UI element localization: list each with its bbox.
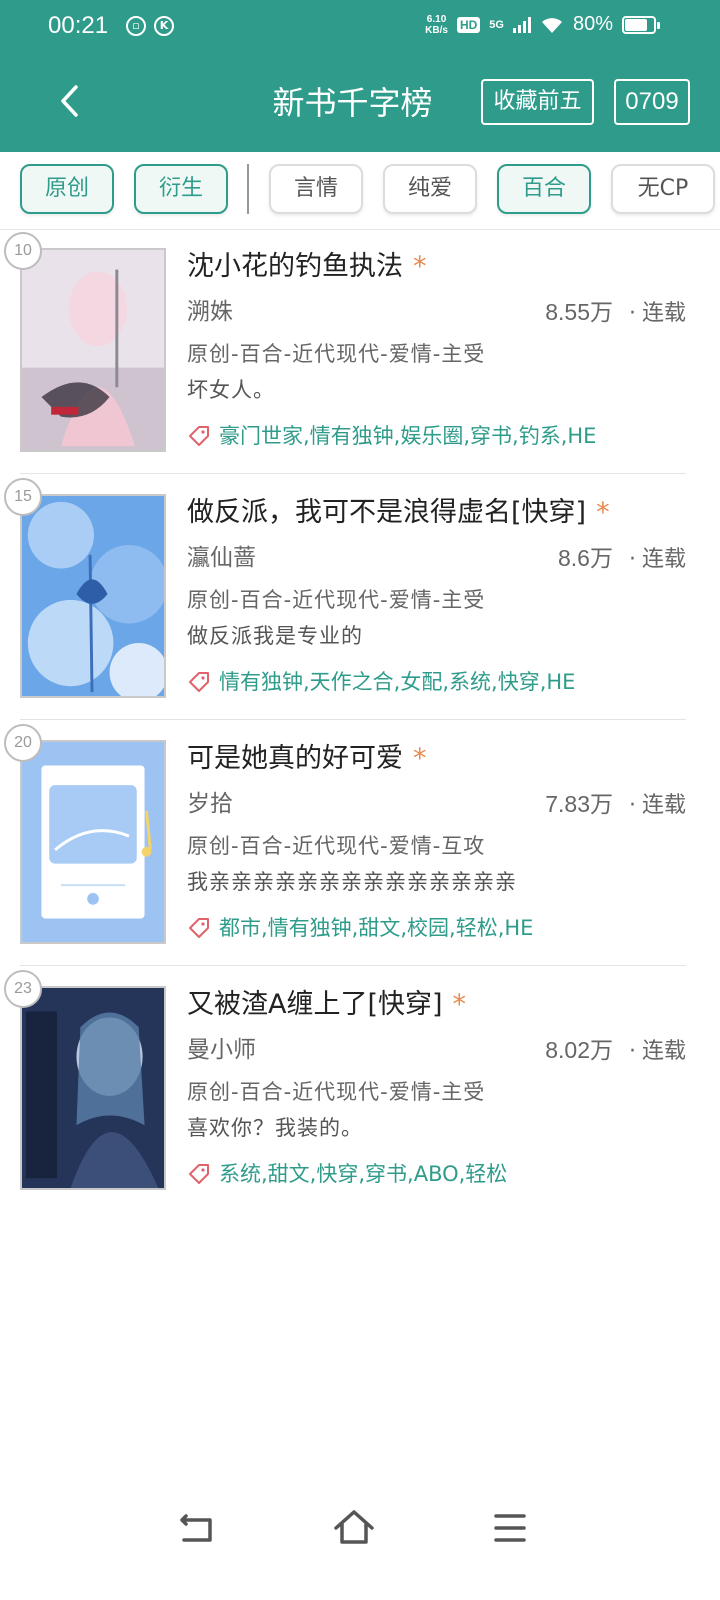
tag-icon (189, 426, 209, 446)
book-author[interactable]: 岁拾 (187, 787, 233, 821)
hd-badge: HD (456, 16, 481, 33)
book-description: 做反派我是专业的 (187, 624, 363, 648)
tag-icon (189, 1164, 209, 1184)
filter-bl[interactable]: 纯爱 (383, 164, 477, 214)
book-cover[interactable] (20, 740, 166, 944)
book-meta: 8.02万 · 连载 (545, 1033, 686, 1069)
app-header: 00:21 ▫ K 6.10 KB/s HD 5G 80% 新书千字榜 收藏前五… (0, 0, 720, 152)
system-nav-bar (0, 1490, 720, 1570)
book-genre: 原创-百合-近代现代-爱情-主受 (187, 588, 486, 612)
book-item[interactable]: 15 做反派，我可不是浪得虚名[快穿] * 灜仙蔷 8.6万 · 连载 原创-百合-近… (0, 474, 720, 720)
wifi-icon (541, 17, 562, 33)
word-count: 8.55万 (545, 299, 613, 325)
separator-dot: · (628, 547, 636, 572)
battery-percent: 80% (572, 13, 613, 35)
word-count: 7.83万 (545, 791, 613, 817)
speed-value: 6.10 (426, 13, 447, 25)
book-meta: 8.55万 · 连载 (545, 295, 686, 331)
star-mark: * (413, 743, 427, 774)
book-status: 连载 (641, 1039, 686, 1064)
home-icon[interactable] (330, 1506, 378, 1550)
book-genre: 原创-百合-近代现代-爱情-主受 (187, 342, 486, 366)
book-title-text: 可是她真的好可爱 (187, 743, 403, 774)
filter-original[interactable]: 原创 (20, 164, 114, 214)
star-mark: * (596, 497, 610, 528)
battery-fill (625, 18, 647, 31)
network-speed: 6.10 KB/s (425, 14, 448, 36)
book-title[interactable]: 可是她真的好可爱 * (187, 740, 427, 778)
separator-dot: · (628, 1039, 636, 1064)
book-tags: 情有独钟,天作之合,女配,系统,快穿,HE (187, 666, 575, 698)
book-author[interactable]: 曼小师 (187, 1033, 256, 1067)
book-status: 连载 (641, 793, 686, 818)
book-title[interactable]: 做反派，我可不是浪得虚名[快穿] * (187, 494, 610, 532)
word-count: 8.6万 (558, 545, 613, 571)
status-notification-icons: ▫ K (126, 16, 174, 36)
book-author[interactable]: 溯姝 (187, 295, 233, 329)
book-title[interactable]: 沈小花的钓鱼执法 * (187, 248, 427, 286)
book-description: 我亲亲亲亲亲亲亲亲亲亲亲亲亲亲 (187, 870, 517, 894)
status-time: 00:21 (48, 12, 109, 39)
separator-dot: · (628, 301, 636, 326)
book-cover[interactable] (20, 986, 166, 1190)
tags-text[interactable]: 豪门世家,情有独钟,娱乐圈,穿书,钓系,HE (219, 420, 596, 452)
tags-text[interactable]: 都市,情有独钟,甜文,校园,轻松,HE (219, 912, 533, 944)
book-title-text: 又被渣A缠上了[快穿] (187, 989, 443, 1020)
filter-no-cp[interactable]: 无CP (611, 164, 715, 214)
date-button[interactable]: 0709 (614, 79, 690, 125)
book-title-text: 沈小花的钓鱼执法 (187, 251, 403, 282)
return-icon[interactable] (172, 1506, 220, 1550)
book-cover[interactable] (20, 494, 166, 698)
word-count: 8.02万 (545, 1037, 613, 1063)
tag-icon (189, 918, 209, 938)
filter-romance[interactable]: 言情 (269, 164, 363, 214)
book-item[interactable]: 23 又被渣A缠上了[快穿] * 曼小师 8.02万 · 连载 原创-百合-近代现代-… (0, 966, 720, 1212)
bilibili-icon: ▫ (126, 16, 146, 36)
book-meta: 7.83万 · 连载 (545, 787, 686, 823)
book-genre: 原创-百合-近代现代-爱情-互攻 (187, 834, 486, 858)
network-type: 5G (489, 18, 504, 31)
signal-icon (512, 16, 531, 33)
book-item[interactable]: 20 可是她真的好可爱 * 岁拾 7.83万 · 连载 原创-百合-近代现代-爱情-互… (0, 720, 720, 966)
filter-bar: 原创 衍生 言情 纯爱 百合 无CP (0, 152, 720, 230)
rank-badge: 23 (4, 970, 42, 1008)
tags-text[interactable]: 系统,甜文,快穿,穿书,ABO,轻松 (219, 1158, 507, 1190)
filter-derivative[interactable]: 衍生 (134, 164, 228, 214)
rank-badge: 10 (4, 232, 42, 270)
book-title[interactable]: 又被渣A缠上了[快穿] * (187, 986, 466, 1024)
page-title: 新书千字榜 (272, 84, 433, 122)
status-right: 6.10 KB/s HD 5G 80% (425, 13, 660, 36)
star-mark: * (452, 989, 467, 1020)
book-meta: 8.6万 · 连载 (558, 541, 686, 577)
menu-icon[interactable] (486, 1506, 534, 1550)
book-cover[interactable] (20, 248, 166, 452)
filter-gl[interactable]: 百合 (497, 164, 591, 214)
book-description: 喜欢你？我装的。 (187, 1116, 363, 1140)
tags-text[interactable]: 情有独钟,天作之合,女配,系统,快穿,HE (219, 666, 575, 698)
k-app-icon: K (154, 16, 174, 36)
book-tags: 系统,甜文,快穿,穿书,ABO,轻松 (187, 1158, 507, 1190)
status-bar: 00:21 ▫ K 6.10 KB/s HD 5G 80% (0, 0, 720, 58)
tag-icon (189, 672, 209, 692)
rank-badge: 20 (4, 724, 42, 762)
rank-badge: 15 (4, 478, 42, 516)
book-tags: 都市,情有独钟,甜文,校园,轻松,HE (187, 912, 533, 944)
book-genre: 原创-百合-近代现代-爱情-主受 (187, 1080, 486, 1104)
separator-dot: · (628, 793, 636, 818)
book-tags: 豪门世家,情有独钟,娱乐圈,穿书,钓系,HE (187, 420, 596, 452)
speed-unit: KB/s (425, 24, 448, 36)
favorite-top-five-button[interactable]: 收藏前五 (481, 79, 594, 125)
filter-divider (247, 164, 249, 214)
star-mark: * (413, 251, 427, 282)
book-title-text: 做反派，我可不是浪得虚名[快穿] (187, 497, 587, 528)
chevron-left-icon[interactable] (58, 84, 82, 118)
book-status: 连载 (641, 547, 686, 572)
book-status: 连载 (641, 301, 686, 326)
battery-icon (622, 15, 660, 34)
book-description: 坏女人。 (187, 378, 275, 402)
book-item[interactable]: 10 沈小花的钓鱼执法 * 溯姝 8.55万 · 连载 原创-百合-近代现代-爱情-主… (0, 228, 720, 474)
book-author[interactable]: 灜仙蔷 (187, 541, 256, 575)
